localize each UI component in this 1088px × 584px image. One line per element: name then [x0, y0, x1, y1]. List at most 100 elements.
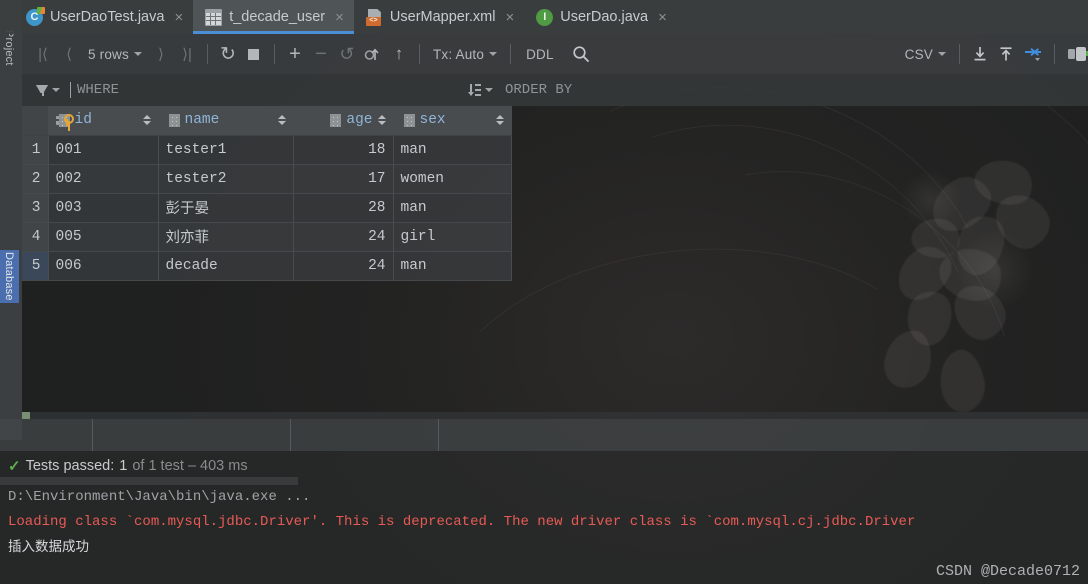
first-page-button[interactable]: |⟨ — [30, 40, 56, 68]
order-by-input[interactable]: ORDER BY — [505, 82, 572, 98]
cell-id[interactable]: 001 — [48, 135, 159, 165]
cell-id[interactable]: 005 — [48, 222, 159, 252]
cell-age[interactable]: 17 — [293, 164, 394, 194]
editor-tab-t-decade-user[interactable]: t_decade_user × — [193, 0, 354, 34]
editor-tab-usermapper-xml[interactable]: UserMapper.xml × — [354, 0, 524, 34]
export-data-button[interactable] — [993, 40, 1019, 68]
import-data-button[interactable] — [967, 40, 993, 68]
grid-bottom-strip — [22, 412, 1088, 419]
stop-button[interactable] — [241, 40, 267, 68]
cell-name[interactable]: 刘亦菲 — [158, 222, 294, 252]
chevron-down-icon[interactable] — [52, 88, 60, 92]
cell-sex[interactable]: man — [393, 251, 512, 281]
toolbar-divider — [1054, 44, 1055, 64]
result-set-toolbar: |⟨ ⟨ 5 rows ⟩ ⟩| ↻ + − ↺ ↑ Tx: Auto DDL … — [22, 34, 1088, 74]
sort-order-icon[interactable] — [468, 83, 483, 97]
column-header-id[interactable]: id — [48, 106, 159, 136]
where-filter-group[interactable]: WHERE — [22, 82, 407, 98]
result-set-grid: id name age sex 1 001 tester1 18 man 2 0… — [22, 106, 1088, 412]
next-page-button[interactable]: ⟩ — [148, 40, 174, 68]
console-line: 插入数据成功 — [8, 539, 89, 555]
grid-status-marker — [22, 412, 30, 419]
cell-age[interactable]: 18 — [293, 135, 394, 165]
column-icon — [166, 113, 180, 127]
sort-toggle-icon[interactable] — [142, 113, 151, 127]
test-status-label: Tests passed: — [25, 458, 115, 474]
column-header-label: name — [184, 112, 220, 129]
close-icon[interactable]: × — [174, 10, 183, 25]
console-line: D:\Environment\Java\bin\java.exe ... — [8, 489, 311, 505]
filter-funnel-icon[interactable] — [36, 83, 50, 97]
status-bar-divider — [438, 419, 439, 451]
revert-button[interactable]: ↺ — [334, 40, 360, 68]
row-number: 1 — [22, 135, 49, 165]
data-extractor-button[interactable] — [1019, 40, 1047, 68]
chevron-down-icon — [938, 52, 946, 56]
previous-page-button[interactable]: ⟨ — [56, 40, 82, 68]
cell-age[interactable]: 24 — [293, 222, 394, 252]
cell-id[interactable]: 006 — [48, 251, 159, 281]
cell-age[interactable]: 28 — [293, 193, 394, 223]
chevron-down-icon[interactable] — [485, 88, 493, 92]
submit-selected-button[interactable] — [360, 40, 386, 68]
reload-button[interactable]: ↻ — [215, 40, 241, 68]
editor-tab-userdao-java[interactable]: UserDao.java × — [524, 0, 677, 34]
remove-row-button[interactable]: − — [308, 40, 334, 68]
cell-name[interactable]: tester1 — [158, 135, 294, 165]
cell-sex[interactable]: man — [393, 193, 512, 223]
console-top-strip — [0, 477, 298, 485]
cell-sex[interactable]: women — [393, 164, 512, 194]
close-icon[interactable]: × — [658, 10, 667, 25]
column-header-age[interactable]: age — [293, 106, 394, 136]
table-row[interactable]: 1 001 tester1 18 man — [22, 135, 512, 165]
table-body: 1 001 tester1 18 man 2 002 tester2 17 wo… — [22, 135, 512, 281]
table-row[interactable]: 3 003 彭于晏 28 man — [22, 193, 512, 223]
console-output[interactable]: D:\Environment\Java\bin\java.exe ... Loa… — [0, 485, 1088, 584]
transaction-mode-selector[interactable]: Tx: Auto — [427, 40, 503, 68]
table-row[interactable]: 4 005 刘亦菲 24 girl — [22, 222, 512, 252]
text-cursor — [70, 82, 71, 98]
close-icon[interactable]: × — [335, 10, 344, 25]
cell-id[interactable]: 003 — [48, 193, 159, 223]
cell-name[interactable]: 彭于晏 — [158, 193, 294, 223]
last-page-button[interactable]: ⟩| — [174, 40, 200, 68]
row-count-selector[interactable]: 5 rows — [82, 40, 148, 68]
toolbar-divider — [959, 44, 960, 64]
order-by-filter-group[interactable]: ORDER BY — [459, 82, 572, 98]
test-status-count: 1 — [119, 458, 128, 474]
cell-sex[interactable]: girl — [393, 222, 512, 252]
cell-sex[interactable]: man — [393, 135, 512, 165]
data-extractor-icon — [1025, 48, 1041, 61]
toggle-view-button[interactable] — [1062, 40, 1088, 68]
sort-toggle-icon[interactable] — [277, 113, 286, 127]
add-row-button[interactable]: + — [282, 40, 308, 68]
toolbar-right-group: CSV — [899, 40, 1088, 68]
tool-window-button-database[interactable]: Database — [0, 250, 19, 303]
row-number: 2 — [22, 164, 49, 194]
cell-name[interactable]: tester2 — [158, 164, 294, 194]
submit-button[interactable]: ↑ — [386, 40, 412, 68]
close-icon[interactable]: × — [505, 10, 514, 25]
row-number: 4 — [22, 222, 49, 252]
xml-file-icon — [365, 9, 383, 26]
cell-id[interactable]: 002 — [48, 164, 159, 194]
row-number: 5 — [22, 251, 49, 281]
output-format-selector[interactable]: CSV — [899, 40, 952, 68]
cell-name[interactable]: decade — [158, 251, 294, 281]
column-header-name[interactable]: name — [158, 106, 294, 136]
table-row[interactable]: 2 002 tester2 17 women — [22, 164, 512, 194]
toolbar-divider — [510, 44, 512, 64]
editor-tab-userdaotest[interactable]: UserDaoTest.java × — [14, 0, 193, 34]
where-input[interactable]: WHERE — [77, 82, 119, 98]
column-icon — [327, 113, 342, 127]
column-header-sex[interactable]: sex — [393, 106, 512, 136]
column-icon — [401, 113, 415, 127]
search-button[interactable] — [568, 40, 594, 68]
database-table-icon — [205, 8, 223, 26]
ddl-button[interactable]: DDL — [518, 40, 562, 68]
sort-toggle-icon[interactable] — [377, 113, 386, 127]
sort-toggle-icon[interactable] — [495, 113, 504, 127]
ide-status-bar — [0, 419, 1088, 451]
cell-age[interactable]: 24 — [293, 251, 394, 281]
table-row[interactable]: 5 006 decade 24 man — [22, 251, 512, 281]
